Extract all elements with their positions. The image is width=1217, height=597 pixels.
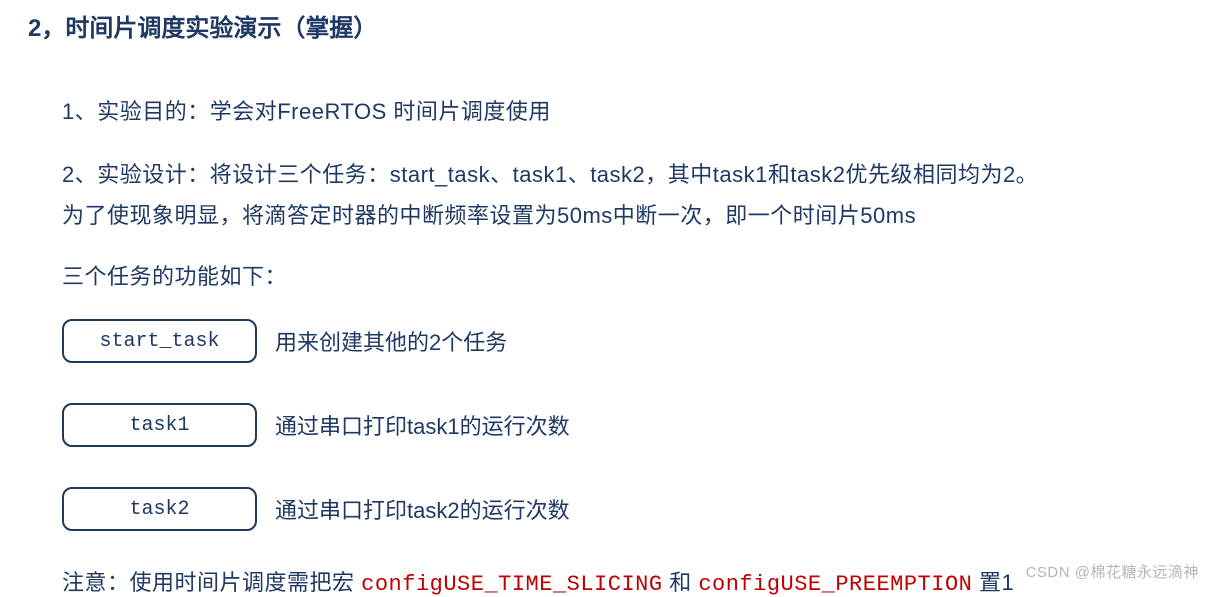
task-desc: 通过串口打印task1的运行次数 <box>275 409 570 441</box>
paragraph-func-intro: 三个任务的功能如下： <box>62 260 1217 293</box>
paragraph-design-detail: 为了使现象明显，将滴答定时器的中断频率设置为50ms中断一次，即一个时间片50m… <box>62 199 1217 232</box>
task-box-task1: task1 <box>62 403 257 447</box>
task-row: start_task 用来创建其他的2个任务 <box>62 319 1217 363</box>
note-and: 和 <box>663 570 699 595</box>
content-block: 1、实验目的：学会对FreeRTOS 时间片调度使用 2、实验设计：将设计三个任… <box>0 95 1217 531</box>
paragraph-purpose: 1、实验目的：学会对FreeRTOS 时间片调度使用 <box>62 95 1217 128</box>
section-heading: 2，时间片调度实验演示（掌握） <box>0 8 1217 43</box>
task-row: task2 通过串口打印task2的运行次数 <box>62 487 1217 531</box>
note-macro2: configUSE_PREEMPTION <box>698 572 972 597</box>
watermark: CSDN @棉花糖永远滴神 <box>1026 561 1199 582</box>
task-desc: 用来创建其他的2个任务 <box>275 325 507 357</box>
note-macro1: configUSE_TIME_SLICING <box>361 572 662 597</box>
task-box-start-task: start_task <box>62 319 257 363</box>
paragraph-design: 2、实验设计：将设计三个任务：start_task、task1、task2，其中… <box>62 158 1217 191</box>
task-box-task2: task2 <box>62 487 257 531</box>
note-suffix: 置1 <box>972 570 1014 595</box>
task-desc: 通过串口打印task2的运行次数 <box>275 493 570 525</box>
task-row: task1 通过串口打印task1的运行次数 <box>62 403 1217 447</box>
note-prefix: 注意：使用时间片调度需把宏 <box>62 570 361 595</box>
